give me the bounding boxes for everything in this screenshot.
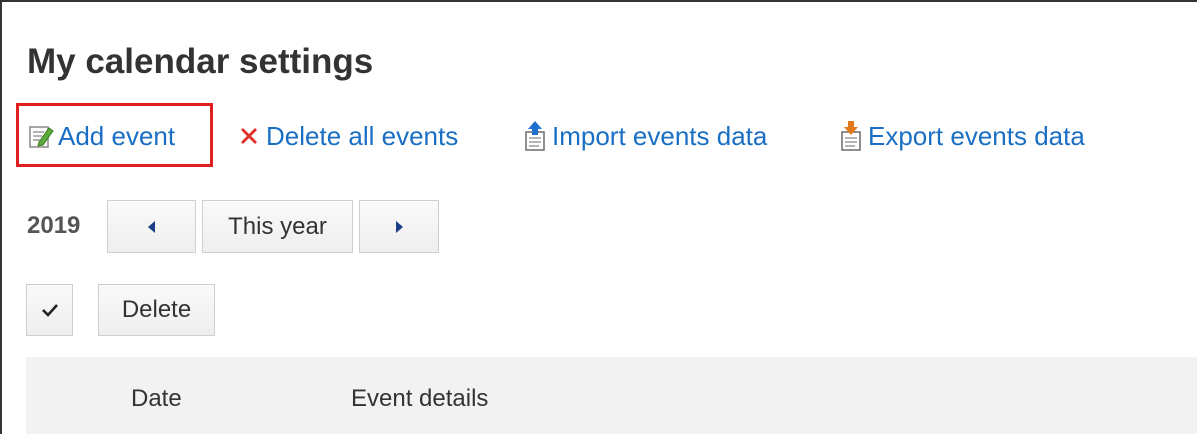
add-event-label: Add event xyxy=(58,120,176,151)
import-events-link[interactable]: Import events data xyxy=(520,116,767,156)
this-year-button[interactable]: This year xyxy=(202,200,353,253)
delete-button[interactable]: Delete xyxy=(98,284,215,336)
year-label: 2019 xyxy=(27,212,81,239)
column-header-event-details: Event details xyxy=(351,385,489,412)
upload-document-icon xyxy=(520,120,550,152)
checkmark-icon xyxy=(41,296,58,324)
export-events-label: Export events data xyxy=(868,120,1085,151)
edit-note-icon xyxy=(26,120,56,152)
red-x-icon xyxy=(234,120,264,152)
table-header xyxy=(26,357,1197,434)
previous-year-button[interactable] xyxy=(107,200,196,253)
caret-right-icon xyxy=(393,213,405,241)
page-title: My calendar settings xyxy=(27,42,374,81)
add-event-link[interactable]: Add event xyxy=(26,116,175,156)
next-year-button[interactable] xyxy=(359,200,439,253)
export-events-link[interactable]: Export events data xyxy=(836,116,1085,156)
download-document-icon xyxy=(836,120,866,152)
delete-button-label: Delete xyxy=(121,296,192,323)
this-year-label: This year xyxy=(228,212,327,240)
delete-all-events-label: Delete all events xyxy=(266,120,459,151)
delete-all-events-link[interactable]: Delete all events xyxy=(234,116,458,156)
select-all-button[interactable] xyxy=(26,284,73,336)
import-events-label: Import events data xyxy=(552,120,768,151)
caret-left-icon xyxy=(146,213,158,241)
column-header-date: Date xyxy=(131,385,182,412)
